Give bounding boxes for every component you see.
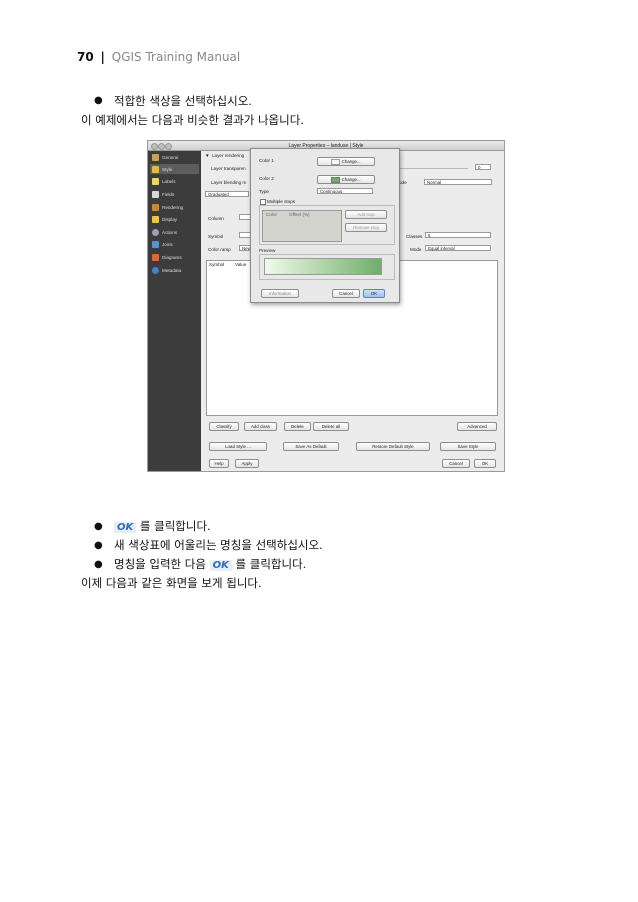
feature-blending-select[interactable]: Normal	[424, 179, 492, 185]
save-default-button[interactable]: Save As Default	[283, 442, 339, 451]
load-style-button[interactable]: Load Style ...	[209, 442, 267, 451]
paintbrush-icon	[152, 165, 159, 173]
sidebar-item-rendering[interactable]: Rendering	[150, 202, 199, 212]
delete-button[interactable]: Delete	[284, 422, 311, 431]
preview-label: Preview	[259, 248, 276, 253]
sidebar: General Style Labels Fields Rendering Di…	[148, 151, 201, 471]
color1-swatch	[331, 158, 341, 165]
sidebar-item-metadata[interactable]: Metadata	[150, 265, 199, 275]
delete-all-button[interactable]: Delete all	[313, 422, 349, 431]
gradient-preview	[264, 258, 382, 275]
cancel-button[interactable]: Cancel	[442, 459, 470, 468]
ok-badge: OK	[209, 560, 232, 571]
sidebar-item-fields[interactable]: Fields	[150, 189, 199, 199]
instruction-line: 명칭을 입력한 다음 OK 를 클릭합니다.	[114, 556, 306, 572]
sidebar-item-actions[interactable]: Actions	[150, 227, 199, 237]
classes-label: Classes	[406, 234, 423, 239]
color2-label: Color 2	[259, 176, 274, 181]
multiple-stops-label: Multiple stops	[267, 199, 296, 204]
sidebar-item-labels[interactable]: Labels	[150, 176, 199, 186]
ok-badge: OK	[114, 522, 137, 533]
blending-label: Layer blending m	[211, 180, 247, 185]
bullet-icon: ●	[94, 540, 103, 551]
classify-button[interactable]: Classify	[209, 422, 239, 431]
instruction-text: 를 클릭합니다.	[139, 519, 211, 533]
classes-spinbox[interactable]: 5	[425, 232, 491, 238]
gear-icon	[152, 228, 159, 236]
collapse-triangle-icon[interactable]: ▼	[205, 153, 210, 158]
type-select[interactable]: Continuous	[317, 188, 373, 194]
wrench-icon	[152, 153, 159, 161]
brush-icon	[152, 203, 159, 211]
instruction-text: 를 클릭합니다.	[235, 557, 307, 571]
mode-label: Mode	[410, 247, 422, 252]
color1-change-button[interactable]: Change...	[317, 157, 375, 166]
manual-title: QGIS Training Manual	[111, 50, 241, 64]
page-header: 70 | QGIS Training Manual	[77, 50, 240, 64]
column-header-value[interactable]: Value	[235, 262, 246, 267]
bullet-icon: ●	[94, 559, 103, 570]
symbol-label: Symbol	[208, 234, 224, 239]
type-label: Type	[259, 189, 269, 194]
apply-button[interactable]: Apply	[235, 459, 259, 468]
sidebar-item-display[interactable]: Display	[150, 214, 199, 224]
join-icon	[152, 240, 159, 248]
ok-button[interactable]: OK	[474, 459, 496, 468]
header-separator: |	[100, 50, 105, 64]
label-icon	[152, 177, 159, 185]
information-button[interactable]: Information	[261, 289, 299, 298]
sidebar-item-diagrams[interactable]: Diagrams	[150, 252, 199, 262]
chart-icon	[152, 253, 159, 261]
bullet-icon: ●	[94, 521, 103, 532]
instruction-line: OK 를 클릭합니다.	[114, 518, 211, 534]
feature-blending-label: ode	[399, 180, 407, 185]
column-header-offset: Offset (%)	[289, 212, 310, 217]
info-icon	[152, 266, 159, 274]
instruction-line: 적합한 색상을 선택하십시오.	[114, 94, 252, 108]
transparency-spinbox[interactable]: 0	[475, 164, 491, 170]
bullet-icon: ●	[94, 95, 103, 106]
column-label: Column	[208, 216, 224, 221]
color2-change-button[interactable]: Change...	[317, 175, 375, 184]
paragraph-text: 이 예제에서는 다음과 비슷한 결과가 나옵니다.	[81, 113, 304, 127]
sidebar-item-general[interactable]: General	[150, 152, 199, 162]
transparency-label: Layer transparen	[211, 166, 246, 171]
instruction-text: 명칭을 입력한 다음	[114, 557, 206, 571]
sidebar-item-style[interactable]: Style	[150, 164, 199, 174]
stops-table[interactable]: Color Offset (%)	[262, 210, 342, 242]
save-style-button[interactable]: Save Style	[440, 442, 496, 451]
speech-bubble-icon	[152, 215, 159, 223]
column-header-color: Color	[266, 212, 277, 217]
table-icon	[152, 190, 159, 198]
dialog-cancel-button[interactable]: Cancel	[332, 289, 360, 298]
restore-default-button[interactable]: Restore Default Style	[356, 442, 430, 451]
dialog-ok-button[interactable]: OK	[363, 289, 385, 298]
gradient-ramp-dialog: Color 1 Change... Color 2 Change... Type…	[250, 148, 400, 303]
add-stop-button[interactable]: Add stop	[345, 210, 387, 219]
advanced-button[interactable]: Advanced	[457, 422, 497, 431]
renderer-select[interactable]: Graduated	[205, 191, 249, 197]
color2-swatch	[331, 176, 341, 183]
instruction-line: 새 색상표에 어울리는 명칭을 선택하십시오.	[114, 538, 323, 552]
sidebar-item-joins[interactable]: Joins	[150, 239, 199, 249]
paragraph-text: 이제 다음과 같은 화면을 보게 됩니다.	[81, 576, 262, 590]
section-header: Layer rendering	[212, 153, 245, 158]
color-ramp-label: Color ramp	[208, 247, 231, 252]
mode-select[interactable]: Equal interval	[425, 245, 491, 251]
remove-stop-button[interactable]: Remove stop	[345, 223, 387, 232]
add-class-button[interactable]: Add class	[244, 422, 277, 431]
column-header-symbol[interactable]: Symbol	[209, 262, 224, 267]
help-button[interactable]: Help	[209, 459, 229, 468]
color1-label: Color 1	[259, 158, 274, 163]
page-number: 70	[77, 50, 94, 64]
